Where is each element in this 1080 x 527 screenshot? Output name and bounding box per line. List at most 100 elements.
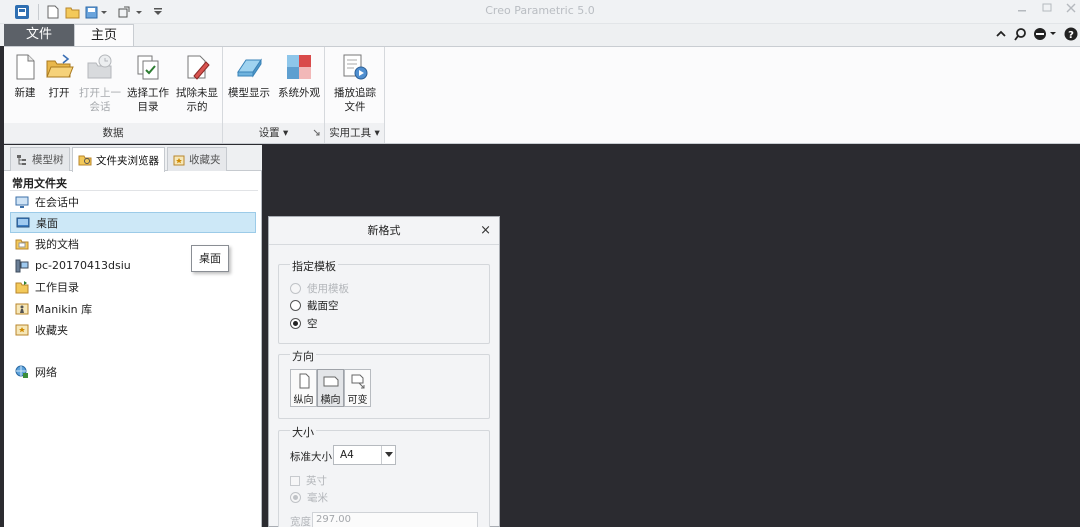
select-working-directory-button[interactable]: 选择工作 目录 [125, 52, 171, 114]
search-icon[interactable] [1013, 27, 1027, 41]
folder-item-desktop[interactable]: 桌面 [10, 212, 256, 233]
open-label: 打开 [48, 87, 70, 99]
open-folder-icon [44, 52, 74, 82]
computer-icon [15, 259, 29, 273]
radio-button [290, 283, 301, 294]
favorites-tab-label: 收藏夹 [189, 154, 221, 166]
navigator-tabs: 模型树 文件夹浏览器 收藏夹 [4, 145, 262, 172]
select-directory-label-2: 目录 [137, 101, 159, 113]
system-appearance-button[interactable]: 系统外观 [276, 52, 322, 100]
session-icon [15, 195, 29, 209]
use-template-label: 使用模板 [307, 283, 349, 295]
radio-button [290, 300, 301, 311]
play-trail-label-2: 文件 [344, 101, 366, 113]
new-label: 新建 [14, 87, 36, 99]
folder-item-manikin-library[interactable]: Manikin 库 [10, 298, 256, 319]
favorites-tab-icon [173, 154, 185, 166]
model-display-label: 模型显示 [228, 87, 270, 99]
empty-with-section-label: 截面空 [307, 300, 339, 312]
portrait-icon [296, 373, 312, 389]
landscape-button[interactable]: 横向 [317, 369, 344, 407]
settings-dialog-launcher-icon[interactable] [313, 129, 321, 137]
library-icon [15, 302, 29, 316]
select-directory-icon [133, 52, 163, 82]
standard-size-select[interactable]: A4 [333, 445, 396, 465]
tab-folder-browser[interactable]: 文件夹浏览器 [72, 147, 165, 172]
folder-browser-label: 文件夹浏览器 [96, 154, 159, 167]
open-button[interactable]: 打开 [42, 52, 76, 100]
standard-size-label: 标准大小 [290, 451, 332, 463]
open-last-session-button[interactable]: 打开上一 会话 [77, 52, 123, 114]
open-last-session-label-2: 会话 [89, 101, 111, 113]
help-icon[interactable]: ? [1064, 27, 1078, 41]
model-tree-icon [16, 154, 28, 166]
tab-home[interactable]: 主页 [74, 24, 134, 47]
select-directory-label-1: 选择工作 [127, 87, 169, 99]
title-bar: Creo Parametric 5.0 [0, 0, 1080, 24]
ribbon-tab-strip [0, 24, 1080, 46]
close-icon[interactable]: × [480, 223, 491, 238]
use-template-option[interactable]: 使用模板 [290, 281, 349, 296]
group-utilities-label[interactable]: 实用工具 ▾ [325, 123, 384, 143]
portrait-button[interactable]: 纵向 [290, 369, 317, 407]
group-separator [384, 47, 385, 143]
open-last-session-icon [85, 52, 115, 82]
common-folders-heading: 常用文件夹 [12, 177, 67, 190]
variable-button[interactable]: 可变 [344, 369, 371, 407]
minimize-icon[interactable] [1015, 2, 1029, 14]
app-menu-icon[interactable] [12, 3, 32, 21]
millimeters-label: 毫米 [307, 492, 328, 504]
quick-regenerate-icon[interactable] [116, 3, 144, 21]
new-button[interactable]: 新建 [8, 52, 42, 100]
folder-item-favorites[interactable]: 收藏夹 [10, 319, 256, 340]
desktop-icon [16, 216, 30, 230]
folder-item-label: pc-20170413dsiu [35, 259, 131, 272]
quick-save-icon[interactable] [84, 3, 108, 21]
checkbox [290, 475, 300, 486]
collapse-ribbon-icon[interactable] [995, 27, 1007, 41]
dialog-title: 新格式 [269, 217, 499, 245]
quick-new-icon[interactable] [45, 3, 61, 21]
folder-item-label: 工作目录 [35, 280, 79, 294]
tooltip: 桌面 [191, 245, 229, 272]
tab-file[interactable]: 文件 [4, 24, 74, 46]
portrait-label: 纵向 [293, 395, 314, 406]
group-settings-label[interactable]: 设置 ▾ [223, 123, 324, 143]
folder-item-label: 桌面 [36, 216, 58, 230]
millimeters-option[interactable]: 毫米 [290, 490, 328, 505]
play-trail-file-button[interactable]: 播放追踪 文件 [330, 52, 380, 114]
folder-item-working-directory[interactable]: 工作目录 [10, 276, 256, 297]
folder-item-in-session[interactable]: 在会话中 [10, 191, 256, 212]
erase-label-1: 拭除未显 [176, 87, 218, 99]
radio-button-selected [290, 318, 301, 329]
inches-option[interactable]: 英寸 [290, 473, 327, 488]
documents-icon [15, 237, 29, 251]
template-group-title: 指定模板 [290, 258, 338, 274]
tab-model-tree[interactable]: 模型树 [10, 147, 70, 171]
open-last-session-label-1: 打开上一 [79, 87, 121, 99]
system-appearance-icon [284, 52, 314, 82]
erase-label-2: 示的 [186, 101, 208, 113]
empty-option[interactable]: 空 [290, 316, 318, 331]
customize-toolbar-icon[interactable] [152, 3, 164, 21]
model-display-button[interactable]: 模型显示 [226, 52, 272, 100]
erase-not-displayed-button[interactable]: 拭除未显 示的 [174, 52, 220, 114]
group-data-label: 数据 [4, 123, 222, 143]
tab-favorites[interactable]: 收藏夹 [167, 147, 227, 171]
folder-item-network[interactable]: 网络 [10, 361, 256, 382]
folder-item-label: 在会话中 [35, 195, 79, 209]
new-file-icon [10, 52, 40, 82]
size-group-title: 大小 [290, 424, 316, 440]
width-label: 宽度 [290, 516, 311, 527]
maximize-icon[interactable] [1040, 2, 1054, 14]
close-window-icon[interactable] [1064, 2, 1078, 14]
community-icon[interactable] [1033, 27, 1057, 41]
empty-label: 空 [307, 318, 318, 330]
empty-with-section-option[interactable]: 截面空 [290, 298, 339, 313]
folder-item-label: 我的文档 [35, 237, 79, 251]
model-display-icon [234, 52, 264, 82]
folder-browser-icon [78, 154, 92, 166]
erase-icon [182, 52, 212, 82]
width-field[interactable]: 297.00 [312, 512, 478, 527]
quick-open-icon[interactable] [64, 3, 80, 21]
